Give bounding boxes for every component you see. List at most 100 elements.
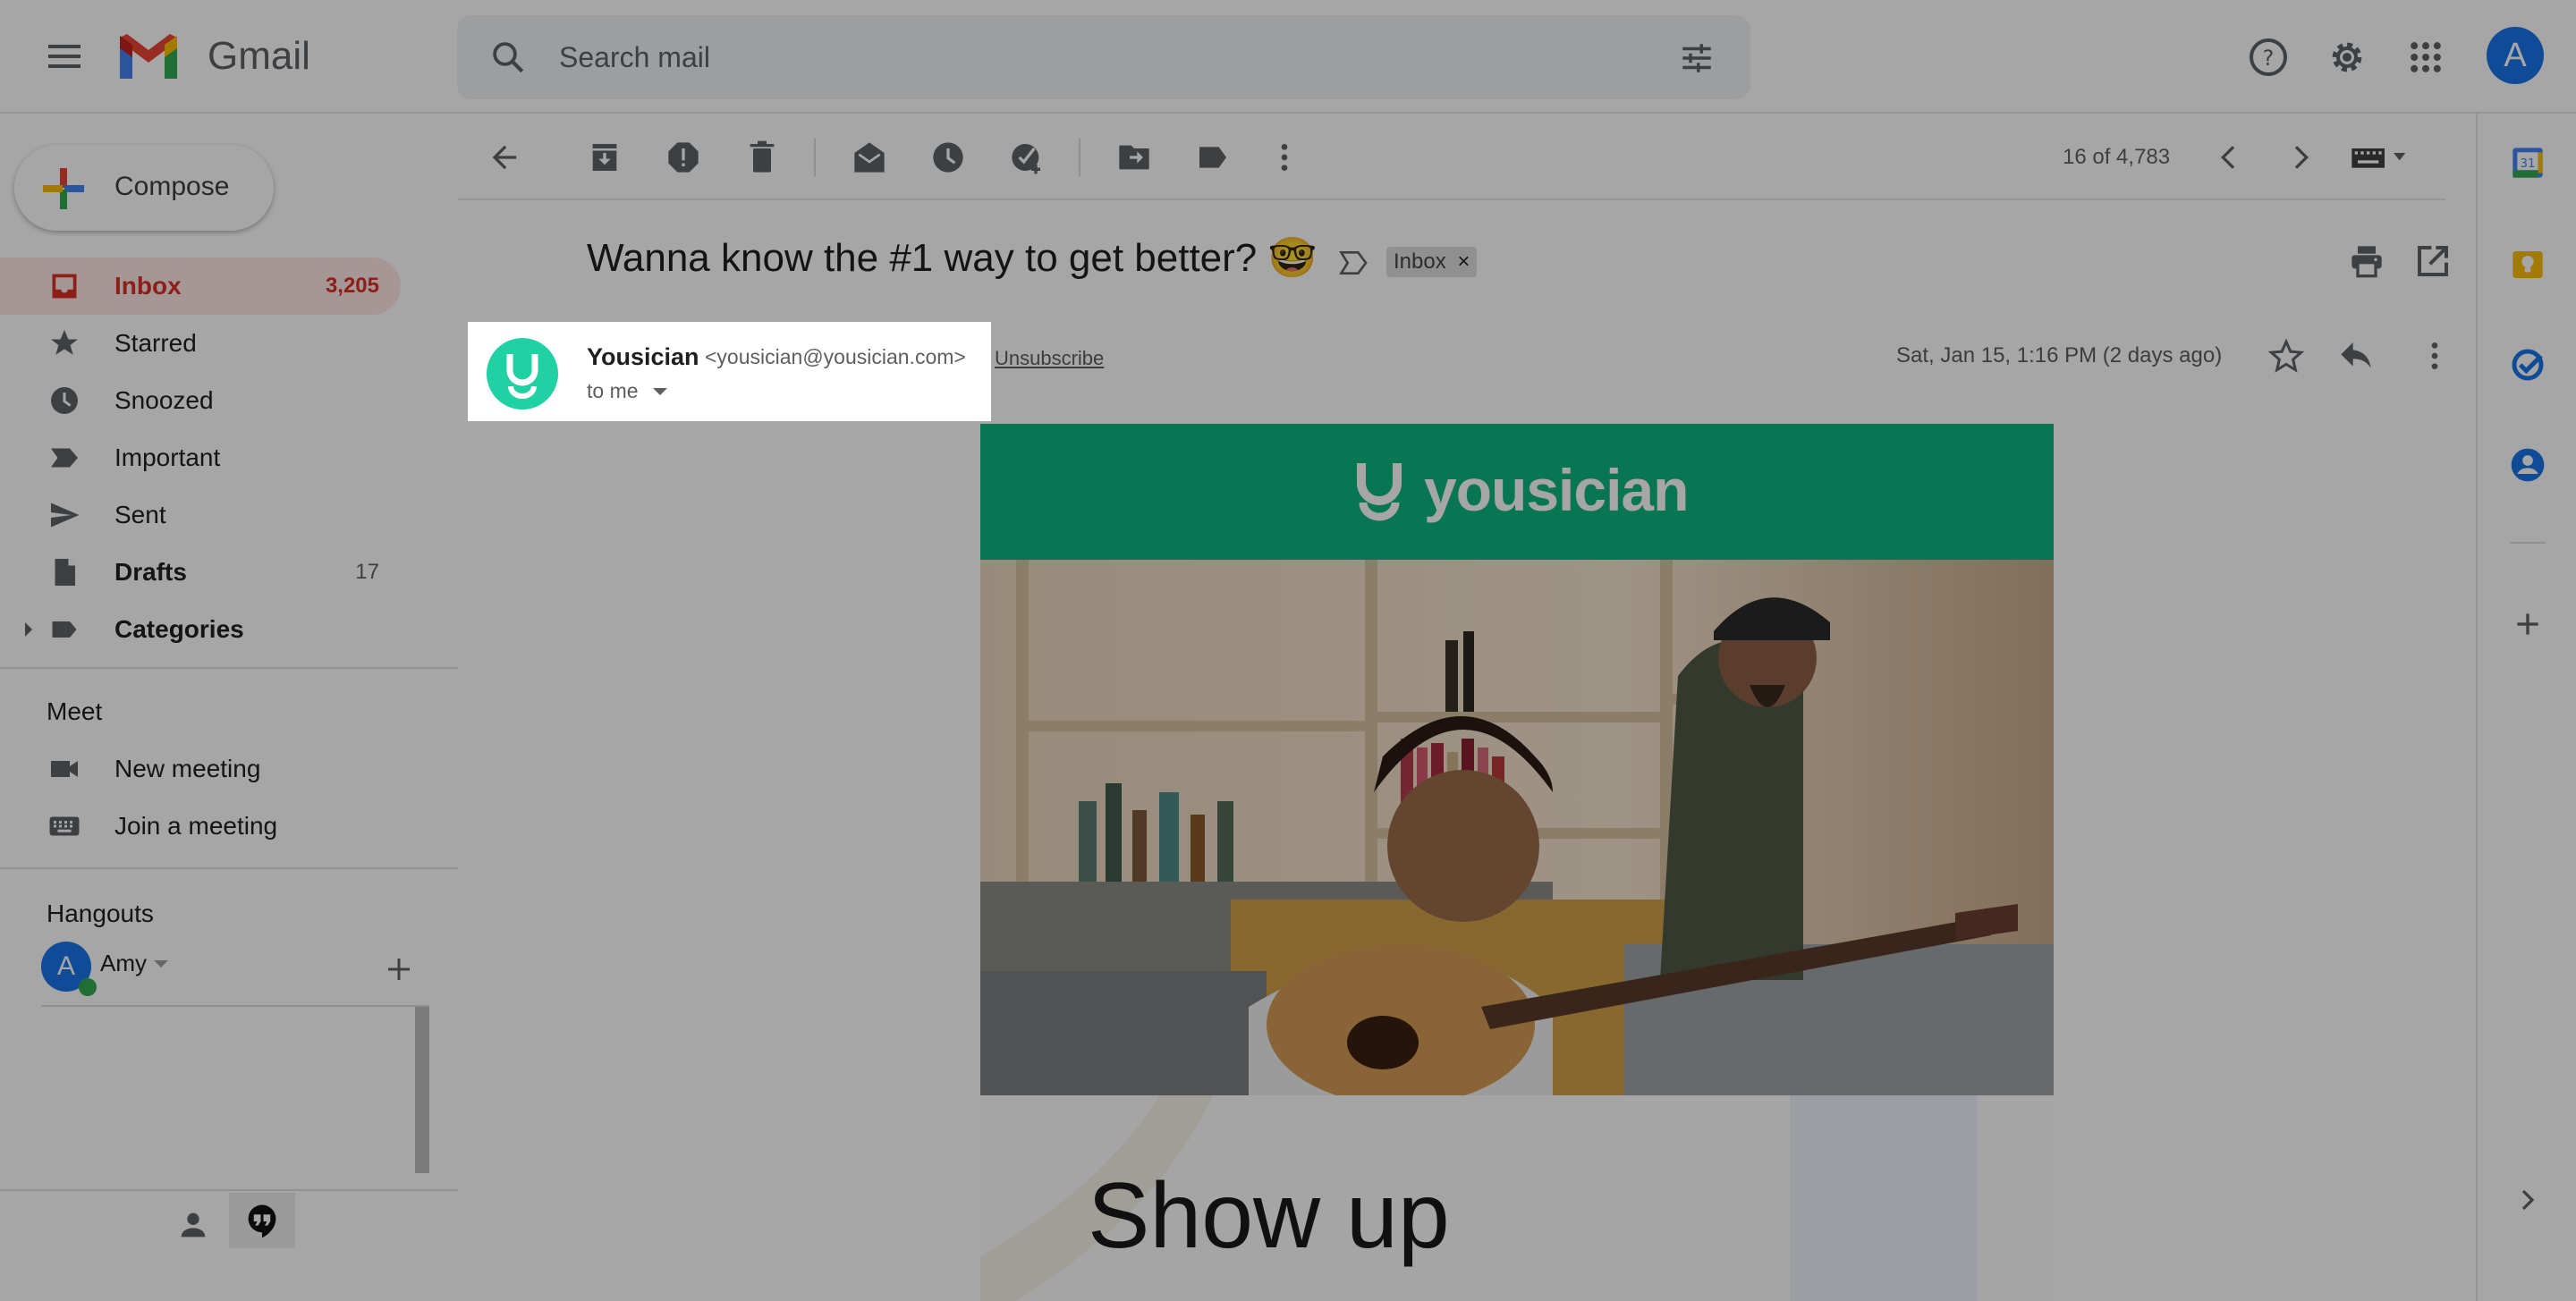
expand-caret-icon[interactable] — [23, 621, 34, 638]
sidebar-item-important[interactable]: Important — [0, 429, 401, 486]
add-to-tasks-icon[interactable] — [1009, 139, 1045, 175]
hangouts-user-name[interactable]: Amy — [100, 950, 147, 977]
sidebar-divider — [0, 667, 458, 669]
hangouts-list-divider — [41, 1005, 429, 1007]
filter-options-icon[interactable] — [1678, 39, 1716, 77]
open-new-window-icon[interactable] — [2415, 243, 2451, 279]
yousician-wordmark: yousician — [1424, 457, 1689, 523]
hamburger-menu-icon[interactable] — [39, 34, 89, 79]
yousician-banner: yousician — [980, 424, 2054, 560]
settings-gear-icon[interactable] — [2326, 36, 2368, 79]
sidebar-divider — [0, 1189, 458, 1191]
message-more-options-icon[interactable] — [2417, 338, 2453, 374]
toolbar-separator — [1079, 139, 1080, 176]
sidebar-item-starred[interactable]: Starred — [0, 315, 401, 372]
clock-icon — [48, 384, 80, 417]
online-status-dot — [79, 978, 97, 996]
star-icon — [48, 327, 80, 359]
report-spam-icon[interactable] — [665, 139, 701, 175]
snooze-clock-icon[interactable] — [930, 139, 966, 175]
search-bar[interactable] — [457, 15, 1750, 99]
sidebar-item-inbox[interactable]: Inbox 3,205 — [0, 258, 401, 315]
inbox-label-chip: Inbox × — [1386, 247, 1478, 277]
draft-icon — [48, 556, 80, 588]
email-lower-section: Show up — [980, 1095, 2054, 1301]
sidebar-item-sent[interactable]: Sent — [0, 486, 401, 544]
more-vertical-icon[interactable] — [1267, 139, 1302, 175]
hangouts-quote-icon — [245, 1204, 279, 1239]
label-chip-text: Inbox — [1394, 249, 1446, 274]
email-content: yousician Show up — [980, 424, 2054, 1301]
expand-side-panel-chevron-icon[interactable] — [2510, 1182, 2546, 1218]
email-headline: Show up — [1088, 1164, 1450, 1268]
sidebar-item-label: Drafts — [114, 558, 187, 586]
delete-trash-icon[interactable] — [744, 139, 780, 175]
side-panel-separator — [2510, 542, 2546, 544]
email-hero-photo[interactable] — [980, 560, 2054, 1095]
sidebar-item-label: Important — [114, 444, 221, 471]
google-apps-icon[interactable] — [2406, 38, 2445, 77]
draft-count: 17 — [355, 560, 379, 584]
join-meeting-button[interactable]: Join a meeting — [0, 798, 401, 855]
hangouts-section-title: Hangouts — [47, 900, 154, 927]
older-chevron-right-icon[interactable] — [2283, 139, 2318, 175]
meet-section-title: Meet — [47, 697, 103, 725]
send-icon — [48, 499, 80, 531]
importance-marker-icon[interactable] — [1338, 249, 1370, 277]
input-tools-keyboard-icon[interactable] — [2349, 139, 2411, 175]
gmail-logo-icon[interactable] — [116, 32, 181, 82]
top-header: Gmail ? A — [0, 0, 2576, 114]
reply-arrow-icon[interactable] — [2338, 338, 2374, 374]
archive-icon[interactable] — [587, 139, 623, 175]
sidebar-item-label: Snoozed — [114, 386, 214, 414]
important-icon — [48, 442, 80, 474]
new-conversation-plus-icon[interactable] — [383, 953, 415, 985]
print-icon[interactable] — [2349, 243, 2385, 279]
search-input[interactable] — [559, 35, 1543, 80]
newer-chevron-left-icon[interactable] — [2211, 139, 2247, 175]
show-details-caret-icon[interactable] — [653, 388, 667, 397]
move-to-folder-icon[interactable] — [1116, 139, 1152, 175]
sidebar-item-label: Inbox — [114, 272, 182, 300]
google-calendar-icon[interactable]: 31 — [2510, 145, 2546, 181]
google-tasks-icon[interactable] — [2510, 347, 2546, 383]
sender-name[interactable]: Yousician — [587, 343, 699, 371]
video-camera-icon — [48, 753, 80, 785]
remove-label-button[interactable]: × — [1457, 249, 1470, 274]
sender-avatar[interactable] — [487, 338, 558, 410]
hangouts-tab-button[interactable] — [229, 1193, 295, 1248]
sidebar-item-snoozed[interactable]: Snoozed — [0, 372, 401, 429]
sidebar-item-label: Categories — [114, 615, 244, 643]
search-icon[interactable] — [489, 38, 527, 76]
email-subject: Wanna know the #1 way to get better? 🤓 — [587, 236, 1318, 280]
sidebar-item-categories[interactable]: Categories — [0, 601, 401, 658]
contacts-person-icon[interactable] — [175, 1207, 211, 1243]
new-meeting-button[interactable]: New meeting — [0, 740, 401, 798]
back-to-inbox-icon[interactable] — [487, 139, 522, 175]
help-icon[interactable]: ? — [2247, 36, 2290, 79]
sidebar-item-drafts[interactable]: Drafts 17 — [0, 544, 401, 601]
mark-unread-icon[interactable] — [852, 139, 887, 175]
email-date: Sat, Jan 15, 1:16 PM (2 days ago) — [1896, 343, 2223, 367]
labels-icon[interactable] — [1195, 139, 1231, 175]
status-dropdown-caret-icon[interactable] — [154, 960, 168, 969]
hangouts-scrollbar[interactable] — [415, 1007, 429, 1173]
google-contacts-icon[interactable] — [2510, 447, 2546, 483]
inbox-icon — [48, 270, 80, 302]
star-email-icon[interactable] — [2268, 338, 2304, 374]
toolbar-separator — [814, 139, 816, 176]
compose-button[interactable]: Compose — [14, 145, 274, 231]
google-keep-icon[interactable] — [2510, 247, 2546, 283]
compose-plus-icon — [41, 166, 86, 211]
pagination-count: 16 of 4,783 — [2063, 145, 2171, 169]
get-add-ons-plus-icon[interactable] — [2510, 606, 2546, 642]
label-icon — [48, 613, 80, 646]
gmail-wordmark: Gmail — [208, 34, 310, 78]
keyboard-icon — [48, 810, 80, 842]
unread-count: 3,205 — [325, 274, 379, 298]
recipient-text: to me — [587, 379, 639, 402]
svg-text:?: ? — [2263, 46, 2275, 71]
unsubscribe-link[interactable]: Unsubscribe — [995, 347, 1104, 370]
sidebar-divider — [0, 867, 458, 869]
account-avatar[interactable]: A — [2487, 27, 2544, 84]
